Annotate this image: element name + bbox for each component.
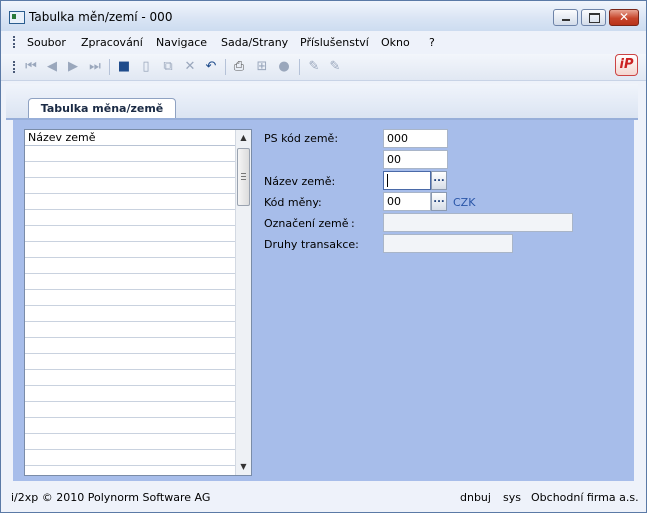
delete-icon[interactable]: ✕ — [182, 59, 198, 75]
list-row[interactable] — [25, 210, 236, 226]
toolbar: ⏮ ◀ ▶ ⏭ ■ ▯ ⧉ ✕ ↶ ⎙ ⊞ ● ✎ ✎ — [1, 54, 646, 81]
list-row[interactable] — [25, 418, 236, 434]
edit-pen-icon[interactable]: ✎ — [306, 59, 322, 75]
text-caret — [387, 174, 388, 187]
menu-grip-icon[interactable] — [13, 36, 17, 48]
title-bar[interactable]: Tabulka měn/zemí - 000 ✕ — [1, 1, 646, 31]
list-row[interactable] — [25, 162, 236, 178]
app-icon[interactable] — [9, 11, 25, 24]
druhy-transakce-label: Druhy transakce: — [264, 238, 359, 251]
window-title: Tabulka měn/zemí - 000 — [29, 10, 173, 24]
close-button[interactable]: ✕ — [609, 9, 639, 26]
currency-code: CZK — [453, 196, 476, 209]
status-system: sys — [503, 491, 521, 504]
kod-meny-field[interactable]: 00 — [383, 192, 431, 211]
menu-zpracovani[interactable]: Zpracování — [81, 36, 143, 49]
edit-pen-2-icon[interactable]: ✎ — [327, 59, 343, 75]
status-user: dnbuj — [460, 491, 491, 504]
status-copyright: i/2xp © 2010 Polynorm Software AG — [11, 491, 211, 504]
list-row[interactable] — [25, 322, 236, 338]
ps-kod-zeme-subfield[interactable]: 00 — [383, 150, 448, 169]
list-row[interactable] — [25, 290, 236, 306]
kod-meny-label: Kód měny: — [264, 196, 322, 209]
toolbar-separator — [299, 59, 300, 75]
list-header[interactable]: Název země — [25, 130, 236, 146]
menu-prislusenstvi[interactable]: Příslušenství — [300, 36, 369, 49]
menu-bar: Soubor Zpracování Navigace Sada/Strany P… — [1, 31, 646, 53]
tab-tabulka-mena-zeme[interactable]: Tabulka měna/země — [28, 98, 176, 118]
undo-icon[interactable]: ↶ — [203, 59, 219, 75]
minimize-button[interactable] — [553, 9, 578, 26]
list-row[interactable] — [25, 450, 236, 466]
ps-kod-zeme-label: PS kód země: — [264, 132, 339, 145]
kod-meny-lookup-button[interactable]: ... — [431, 192, 447, 211]
scroll-up-icon[interactable]: ▲ — [236, 131, 251, 145]
country-list[interactable]: Název země ▲ ▼ — [24, 129, 252, 476]
save-icon[interactable]: ■ — [116, 59, 132, 75]
list-row[interactable] — [25, 258, 236, 274]
list-row[interactable] — [25, 434, 236, 450]
application-window: Tabulka měn/zemí - 000 ✕ Soubor Zpracová… — [0, 0, 647, 513]
toolbar-separator — [225, 59, 226, 75]
grip-icon — [241, 173, 246, 180]
new-document-icon[interactable]: ▯ — [138, 59, 154, 75]
druhy-transakce-field[interactable] — [383, 234, 513, 253]
status-bar: i/2xp © 2010 Polynorm Software AG dnbuj … — [1, 486, 646, 512]
menu-help[interactable]: ? — [429, 36, 435, 49]
list-scrollbar[interactable]: ▲ ▼ — [235, 130, 251, 475]
oznaceni-zeme-colon: : — [351, 217, 355, 230]
ps-kod-zeme-field[interactable]: 000 — [383, 129, 448, 148]
menu-sada-strany[interactable]: Sada/Strany — [221, 36, 288, 49]
list-row[interactable] — [25, 386, 236, 402]
list-row[interactable] — [25, 178, 236, 194]
oznaceni-zeme-label: Označení země — [264, 217, 349, 230]
close-icon: ✕ — [618, 10, 630, 24]
first-record-icon[interactable]: ⏮ — [23, 59, 39, 75]
status-company: Obchodní firma a.s. — [531, 491, 639, 504]
circle-icon[interactable]: ● — [276, 59, 292, 75]
list-row[interactable] — [25, 370, 236, 386]
nazev-zeme-lookup-button[interactable]: ... — [431, 171, 447, 190]
oznaceni-zeme-field[interactable] — [383, 213, 573, 232]
nazev-zeme-label: Název země: — [264, 175, 336, 188]
tree-icon[interactable]: ⊞ — [254, 59, 270, 75]
list-row[interactable] — [25, 146, 236, 162]
list-row[interactable] — [25, 274, 236, 290]
next-record-icon[interactable]: ▶ — [65, 59, 81, 75]
menu-navigace[interactable]: Navigace — [156, 36, 207, 49]
tab-strip: Tabulka měna/země — [6, 84, 638, 118]
list-row[interactable] — [25, 226, 236, 242]
list-row[interactable] — [25, 402, 236, 418]
menu-okno[interactable]: Okno — [381, 36, 410, 49]
toolbar-grip-icon[interactable] — [13, 61, 17, 73]
last-record-icon[interactable]: ⏭ — [87, 59, 103, 75]
print-icon[interactable]: ⎙ — [231, 59, 247, 75]
list-row[interactable] — [25, 306, 236, 322]
list-row[interactable] — [25, 354, 236, 370]
polynorm-logo-icon[interactable]: iP — [615, 54, 638, 76]
maximize-button[interactable] — [581, 9, 606, 26]
menu-soubor[interactable]: Soubor — [27, 36, 66, 49]
scroll-down-icon[interactable]: ▼ — [236, 460, 251, 474]
copy-icon[interactable]: ⧉ — [160, 59, 176, 75]
minimize-icon — [562, 19, 570, 21]
list-row[interactable] — [25, 194, 236, 210]
previous-record-icon[interactable]: ◀ — [44, 59, 60, 75]
scroll-thumb[interactable] — [237, 148, 250, 206]
maximize-icon — [589, 13, 600, 23]
nazev-zeme-field[interactable] — [383, 171, 431, 190]
list-row[interactable] — [25, 242, 236, 258]
list-row[interactable] — [25, 338, 236, 354]
toolbar-separator — [109, 59, 110, 75]
